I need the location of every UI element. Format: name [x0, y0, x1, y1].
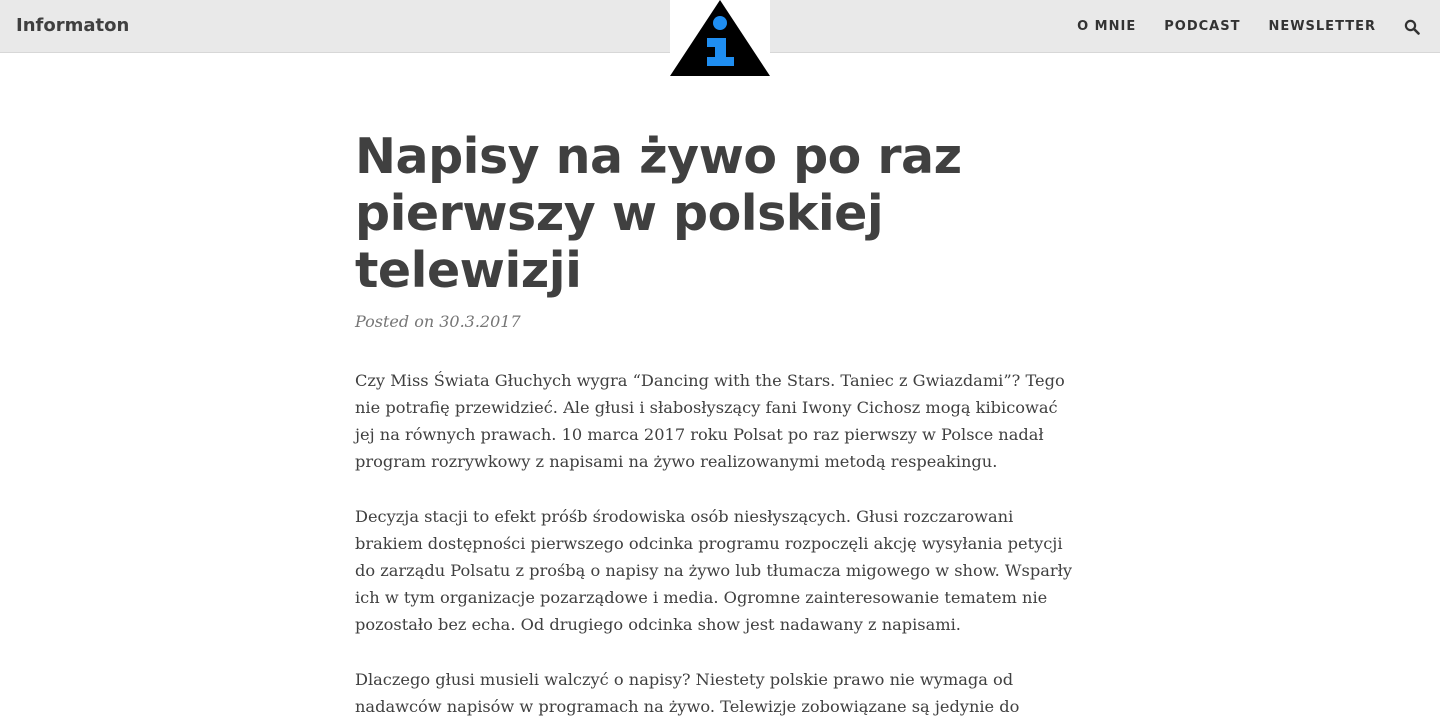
text-line: Czy Miss Świata Głuchych wygra “Dancing …: [355, 371, 1065, 390]
main-nav: O MNIE PODCAST NEWSLETTER: [1077, 19, 1420, 35]
info-triangle-logo-icon: [670, 0, 770, 76]
text-line: Dlaczego głusi musieli walczyć o napisy?…: [355, 670, 1014, 689]
post-content: Napisy na żywo po raz pierwszy w polskiej…: [355, 128, 1087, 720]
top-bar: Informaton O MNIE PODCAST NEWSLETTER: [0, 0, 1440, 76]
post-title: Napisy na żywo po raz pierwszy w polskiej…: [355, 128, 1087, 299]
nav-item-o-mnie[interactable]: O MNIE: [1077, 19, 1136, 35]
site-logo[interactable]: [670, 0, 770, 76]
nav-item-newsletter[interactable]: NEWSLETTER: [1268, 19, 1376, 35]
post-body: Czy Miss Świata Głuchych wygra “Dancing …: [355, 367, 1087, 720]
text-line: do zarządu Polsatu z prośbą o napisy na …: [355, 561, 1073, 580]
post-date-link[interactable]: 30.3.2017: [439, 312, 520, 331]
paragraph: Decyzja stacji to efekt próśb środowiska…: [355, 503, 1087, 638]
site-title-link[interactable]: Informaton: [16, 15, 129, 37]
text-line: pozostało bez echa. Od drugiego odcinka …: [355, 615, 961, 634]
text-line: nadawców napisów w programach na żywo. T…: [355, 697, 1020, 716]
post-title-line: Napisy na żywo po raz: [355, 128, 962, 185]
search-icon[interactable]: [1404, 19, 1420, 35]
paragraph: Dlaczego głusi musieli walczyć o napisy?…: [355, 666, 1087, 720]
text-line: ich w tym organizacje pozarządowe i medi…: [355, 588, 1048, 607]
posted-on-label: Posted on: [355, 312, 435, 331]
post-meta: Posted on 30.3.2017: [355, 311, 1087, 333]
text-line: Decyzja stacji to efekt próśb środowiska…: [355, 507, 1014, 526]
text-line: jej na równych prawach. 10 marca 2017 ro…: [355, 425, 1044, 444]
text-line: nie potrafię przewidzieć. Ale głusi i sł…: [355, 398, 1058, 417]
post-title-line: pierwszy w polskiej: [355, 185, 884, 242]
nav-item-podcast[interactable]: PODCAST: [1164, 19, 1240, 35]
text-line: program rozrywkowy z napisami na żywo re…: [355, 452, 998, 471]
post-title-line: telewizji: [355, 242, 582, 299]
paragraph: Czy Miss Świata Głuchych wygra “Dancing …: [355, 367, 1087, 475]
text-line: brakiem dostępności pierwszego odcinka p…: [355, 534, 1063, 553]
